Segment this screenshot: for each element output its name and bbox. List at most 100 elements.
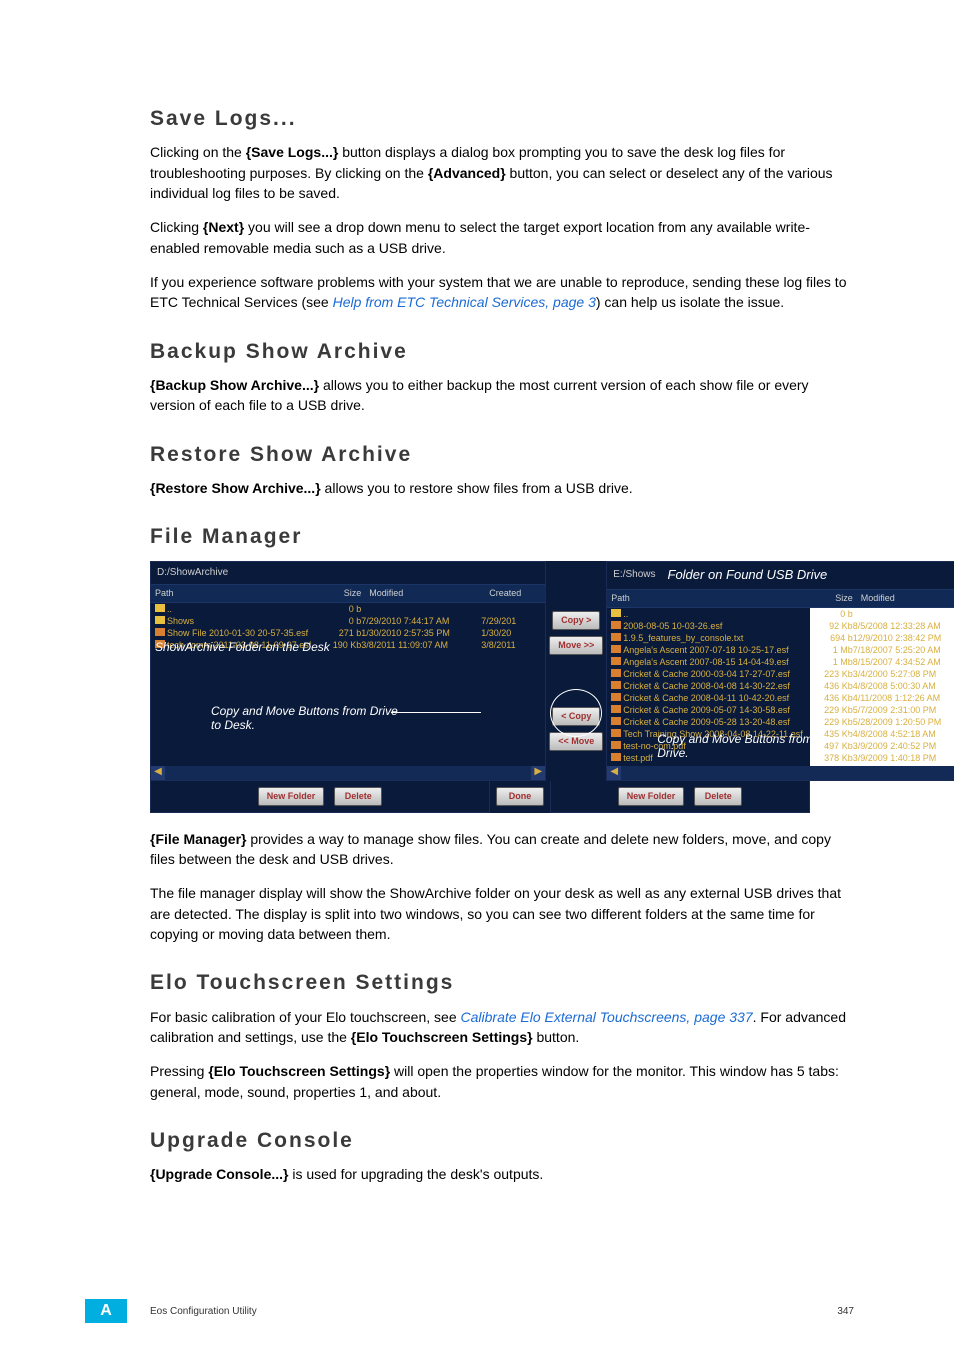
file-icon xyxy=(611,753,621,761)
file-row[interactable]: Angela's Ascent 2007-07-18 10-25-17.esf1… xyxy=(607,644,954,656)
file-row[interactable]: Cricket & Cache 2009-05-07 14-30-58.esf2… xyxy=(607,704,954,716)
para: {Restore Show Archive...} allows you to … xyxy=(150,478,854,498)
para: Clicking on the {Save Logs...} button di… xyxy=(150,142,854,203)
col-created[interactable]: Created xyxy=(485,585,545,602)
text: ) can help us isolate the issue. xyxy=(596,294,784,310)
ui-ref: {Restore Show Archive...} xyxy=(150,480,321,496)
ui-ref: {File Manager} xyxy=(150,831,246,847)
heading-elo: Elo Touchscreen Settings xyxy=(150,968,854,998)
scroll-right-icon[interactable]: ▶ xyxy=(531,766,545,780)
left-headers: Path Size Modified Created xyxy=(151,584,545,603)
appendix-badge: A xyxy=(85,1299,127,1323)
para: The file manager display will show the S… xyxy=(150,883,854,944)
col-path[interactable]: Path xyxy=(607,590,806,607)
right-headers: Path Size Modified xyxy=(607,589,954,608)
file-icon xyxy=(611,741,621,749)
file-row[interactable]: Cricket & Cache 2000-03-04 17-27-07.esf2… xyxy=(607,668,954,680)
move-right-button[interactable]: Move >> xyxy=(549,636,603,655)
file-row[interactable]: Show File 2010-01-30 20-57-35.esf271 b1/… xyxy=(151,627,545,639)
col-size[interactable]: Size xyxy=(807,590,857,607)
text: provides a way to manage show files. You… xyxy=(150,831,831,867)
para: Clicking {Next} you will see a drop down… xyxy=(150,217,854,258)
file-row[interactable]: Cricket & Cache 2008-04-08 14-30-22.esf4… xyxy=(607,680,954,692)
right-caption: Folder on Found USB Drive xyxy=(668,566,828,585)
ui-ref: {Upgrade Console...} xyxy=(150,1166,288,1182)
right-pane: E:/Shows Folder on Found USB Drive Path … xyxy=(606,561,954,781)
col-modified[interactable]: Modified xyxy=(365,585,485,602)
link-calibrate-elo[interactable]: Calibrate Elo External Touchscreens, pag… xyxy=(461,1009,753,1025)
center-buttons: Copy > Move >> < Copy << Move xyxy=(546,561,606,781)
file-row[interactable]: ..0 b xyxy=(151,603,545,615)
para: If you experience software problems with… xyxy=(150,272,854,313)
delete-button-right[interactable]: Delete xyxy=(694,787,742,806)
ui-ref: {Next} xyxy=(203,219,244,235)
left-path: D:/ShowArchive xyxy=(157,566,228,581)
heading-restore: Restore Show Archive xyxy=(150,440,854,470)
para: {File Manager} provides a way to manage … xyxy=(150,829,854,870)
left-pathbar: D:/ShowArchive xyxy=(151,562,545,585)
file-row[interactable]: Angela's Ascent 2007-08-15 14-04-49.esf1… xyxy=(607,656,954,668)
file-icon xyxy=(611,681,621,689)
page-number: 347 xyxy=(837,1305,854,1320)
file-manager-screenshot: D:/ShowArchive Path Size Modified Create… xyxy=(150,561,810,813)
scroll-left-icon[interactable]: ◀ xyxy=(151,766,165,780)
left-filelist[interactable]: ..0 bShows0 b7/29/2010 7:44:17 AM7/29/20… xyxy=(151,603,545,773)
col-path[interactable]: Path xyxy=(151,585,315,602)
file-icon xyxy=(611,729,621,737)
new-folder-button-right[interactable]: New Folder xyxy=(618,787,685,806)
link-tech-services[interactable]: Help from ETC Technical Services, page 3 xyxy=(333,294,596,310)
annot-showarchive: ShowArchive Folder on the Desk xyxy=(155,640,355,654)
heading-file-manager: File Manager xyxy=(150,522,854,552)
para: Pressing {Elo Touchscreen Settings} will… xyxy=(150,1061,854,1102)
delete-button-left[interactable]: Delete xyxy=(334,787,382,806)
text: Clicking on the xyxy=(150,144,246,160)
para: For basic calibration of your Elo touchs… xyxy=(150,1007,854,1048)
file-row[interactable]: Cricket & Cache 2009-05-28 13-20-48.esf2… xyxy=(607,716,954,728)
page-footer: A Eos Configuration Utility 347 xyxy=(150,1305,854,1320)
file-icon xyxy=(611,633,621,641)
text: button. xyxy=(533,1029,580,1045)
right-path: E:/Shows xyxy=(613,568,655,583)
text: For basic calibration of your Elo touchs… xyxy=(150,1009,461,1025)
annot-copy-move-right: Copy and Move Buttons from Desk to Drive… xyxy=(657,732,857,761)
para: {Backup Show Archive...} allows you to e… xyxy=(150,375,854,416)
folder-icon xyxy=(155,616,165,624)
file-row[interactable]: 2008-08-05 10-03-26.esf92 Kb8/5/2008 12:… xyxy=(607,620,954,632)
col-modified[interactable]: Modified xyxy=(857,590,954,607)
text: you will see a drop down menu to select … xyxy=(150,219,810,255)
scroll-left-icon[interactable]: ◀ xyxy=(607,766,621,780)
file-icon xyxy=(155,628,165,636)
ui-ref: {Advanced} xyxy=(428,165,506,181)
file-icon xyxy=(611,717,621,725)
file-row[interactable]: 1.9.5_features_by_console.txt694 b12/9/2… xyxy=(607,632,954,644)
new-folder-button-left[interactable]: New Folder xyxy=(258,787,325,806)
circle-annot-icon xyxy=(550,689,602,737)
text: is used for upgrading the desk's outputs… xyxy=(288,1166,543,1182)
text: allows you to restore show files from a … xyxy=(321,480,633,496)
col-size[interactable]: Size xyxy=(315,585,365,602)
file-icon xyxy=(611,657,621,665)
left-scrollbar[interactable]: ◀ ▶ xyxy=(151,766,545,780)
ui-ref: {Elo Touchscreen Settings} xyxy=(208,1063,390,1079)
text: Clicking xyxy=(150,219,203,235)
ui-ref: {Save Logs...} xyxy=(246,144,339,160)
heading-save-logs: Save Logs... xyxy=(150,104,854,134)
file-icon xyxy=(611,645,621,653)
left-pane: D:/ShowArchive Path Size Modified Create… xyxy=(150,561,546,781)
ui-ref: {Backup Show Archive...} xyxy=(150,377,319,393)
done-button[interactable]: Done xyxy=(496,787,544,806)
right-pathbar: E:/Shows Folder on Found USB Drive xyxy=(607,562,954,589)
file-icon xyxy=(611,693,621,701)
file-row[interactable]: Shows0 b7/29/2010 7:44:17 AM7/29/201 xyxy=(151,615,545,627)
folder-icon xyxy=(155,604,165,612)
file-row[interactable]: Cricket & Cache 2008-04-11 10-42-20.esf4… xyxy=(607,692,954,704)
copy-right-button[interactable]: Copy > xyxy=(552,611,600,630)
right-scrollbar[interactable]: ◀ ▶ xyxy=(607,766,954,780)
file-icon xyxy=(611,705,621,713)
heading-backup: Backup Show Archive xyxy=(150,337,854,367)
heading-upgrade: Upgrade Console xyxy=(150,1126,854,1156)
file-row[interactable]: ..0 b xyxy=(607,608,954,620)
ui-ref: {Elo Touchscreen Settings} xyxy=(351,1029,533,1045)
annot-copy-move-left: Copy and Move Buttons from Drive to Desk… xyxy=(211,704,411,733)
file-icon xyxy=(611,621,621,629)
